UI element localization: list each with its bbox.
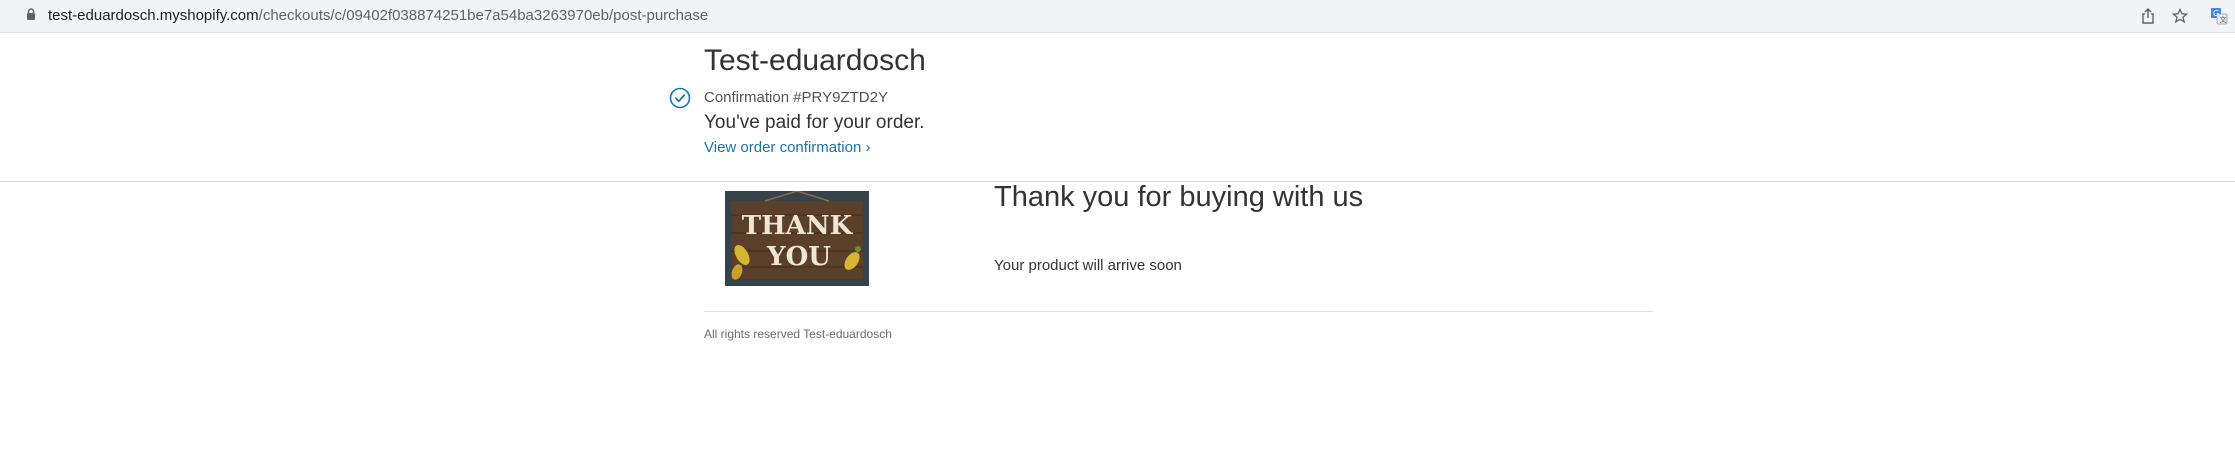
url-field[interactable]: test-eduardosch.myshopify.com/checkouts/…: [48, 7, 708, 24]
image-text-you: YOU: [766, 242, 831, 272]
footer-divider: [704, 311, 1653, 312]
url-path: /checkouts/c/09402f038874251be7a54ba3263…: [258, 7, 709, 24]
view-order-confirmation-link[interactable]: View order confirmation ›: [704, 139, 870, 156]
browser-address-bar: test-eduardosch.myshopify.com/checkouts/…: [0, 0, 2235, 33]
footer-copyright: All rights reserved Test-eduardosch: [704, 327, 892, 341]
thank-you-sign-image: THANK YOU: [725, 191, 869, 286]
thank-you-heading: Thank you for buying with us: [994, 181, 1364, 213]
paid-message: You've paid for your order.: [704, 112, 925, 133]
translate-icon[interactable]: G 文: [2209, 6, 2229, 26]
svg-text:G: G: [2213, 9, 2219, 18]
check-circle-icon: [669, 87, 691, 109]
shop-name[interactable]: Test-eduardosch: [704, 44, 926, 78]
checkout-header: Test-eduardosch Confirmation #PRY9ZTD2Y …: [0, 33, 2235, 182]
bookmark-star-icon[interactable]: [2170, 6, 2190, 26]
confirmation-number: Confirmation #PRY9ZTD2Y: [704, 89, 888, 106]
image-text-thank: THANK: [742, 211, 854, 241]
arrival-message: Your product will arrive soon: [994, 257, 1182, 274]
url-host: test-eduardosch.myshopify.com: [48, 7, 259, 24]
lock-icon[interactable]: [26, 8, 36, 20]
svg-text:文: 文: [2220, 15, 2227, 24]
share-icon[interactable]: [2138, 6, 2158, 26]
